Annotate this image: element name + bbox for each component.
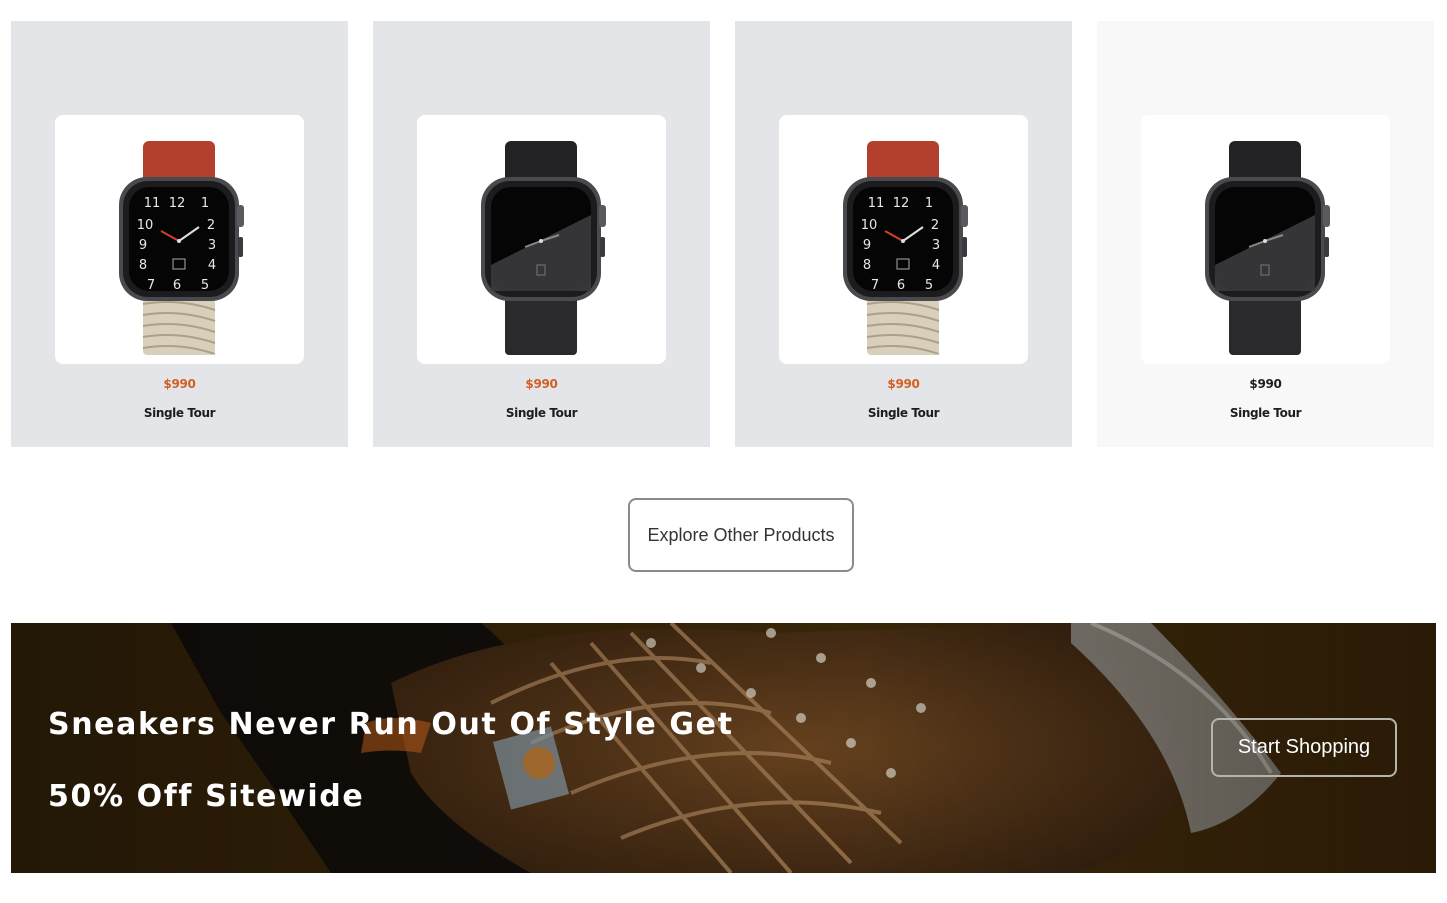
svg-text:5: 5: [925, 278, 933, 293]
svg-text:12: 12: [893, 196, 910, 211]
product-price: $990: [887, 377, 920, 391]
watch-illustration: [481, 141, 606, 355]
svg-text:10: 10: [861, 218, 878, 233]
product-image-watch[interactable]: [417, 115, 666, 364]
product-price: $990: [1249, 377, 1282, 391]
product-grid: 11 12 1 10 2 9 3 8 4 7 6 5 $990 Single Tour $990 Si…: [11, 21, 1434, 447]
svg-text:7: 7: [147, 278, 155, 293]
svg-text:4: 4: [932, 258, 940, 273]
product-name[interactable]: Single Tour: [373, 406, 710, 420]
product-image-watch[interactable]: 11 12 1 10 2 9 3 8 4 7 6 5: [779, 115, 1028, 364]
watch-illustration: 11 12 1 10 2 9 3 8 4 7 6 5: [119, 141, 244, 355]
product-image-watch[interactable]: [1141, 115, 1390, 364]
svg-text:2: 2: [931, 218, 939, 233]
svg-text:3: 3: [208, 238, 216, 253]
watch-illustration: [1205, 141, 1330, 355]
product-card[interactable]: 11 12 1 10 2 9 3 8 4 7 6 5 $990 Single Tour: [735, 21, 1072, 447]
product-image-watch[interactable]: 11 12 1 10 2 9 3 8 4 7 6 5: [55, 115, 304, 364]
svg-text:9: 9: [863, 238, 871, 253]
product-name[interactable]: Single Tour: [735, 406, 1072, 420]
svg-text:10: 10: [137, 218, 154, 233]
start-shopping-button[interactable]: Start Shopping: [1211, 718, 1397, 777]
watch-illustration: 11 12 1 10 2 9 3 8 4 7 6 5: [843, 141, 968, 355]
svg-text:6: 6: [897, 278, 905, 293]
product-card[interactable]: $990 Single Tour: [373, 21, 710, 447]
product-price: $990: [525, 377, 558, 391]
svg-text:6: 6: [173, 278, 181, 293]
promo-banner: Sneakers Never Run Out Of Style Get 50% …: [11, 623, 1436, 873]
svg-text:11: 11: [144, 196, 161, 211]
svg-text:1: 1: [201, 196, 209, 211]
banner-headline: Sneakers Never Run Out Of Style Get 50% …: [48, 707, 734, 814]
svg-text:4: 4: [208, 258, 216, 273]
svg-text:11: 11: [868, 196, 885, 211]
product-card[interactable]: $990 Single Tour: [1097, 21, 1434, 447]
svg-text:12: 12: [169, 196, 186, 211]
svg-text:8: 8: [863, 258, 871, 273]
product-card[interactable]: 11 12 1 10 2 9 3 8 4 7 6 5 $990 Single Tour: [11, 21, 348, 447]
svg-text:1: 1: [925, 196, 933, 211]
svg-text:7: 7: [871, 278, 879, 293]
product-name[interactable]: Single Tour: [11, 406, 348, 420]
product-price: $990: [163, 377, 196, 391]
explore-other-products-button[interactable]: Explore Other Products: [628, 498, 854, 572]
svg-text:5: 5: [201, 278, 209, 293]
svg-text:8: 8: [139, 258, 147, 273]
svg-text:2: 2: [207, 218, 215, 233]
svg-text:3: 3: [932, 238, 940, 253]
svg-text:9: 9: [139, 238, 147, 253]
product-name[interactable]: Single Tour: [1097, 406, 1434, 420]
